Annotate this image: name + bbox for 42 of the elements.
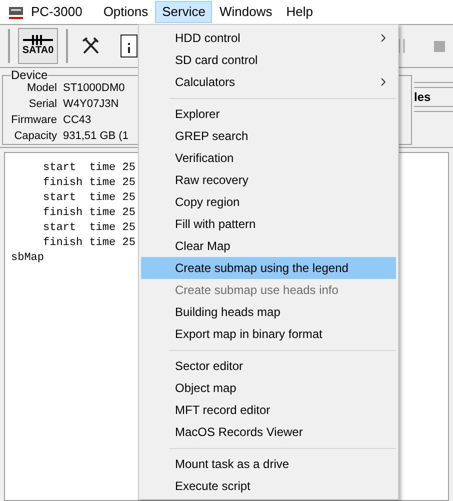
menu-option[interactable]: Export map in binary format bbox=[141, 323, 396, 345]
menu-option[interactable]: Object map bbox=[141, 377, 396, 399]
menu-option[interactable]: MFT record editor bbox=[141, 399, 396, 421]
log-line: sbMap bbox=[11, 251, 44, 266]
log-line: start time 25 bbox=[43, 221, 136, 236]
menu-option[interactable]: Mount task as a drive bbox=[141, 453, 396, 475]
menu-item[interactable]: Options bbox=[96, 1, 156, 23]
menu-option[interactable]: Clear Map bbox=[141, 235, 396, 257]
log-line: finish time 25 bbox=[43, 176, 136, 191]
panel-title: les bbox=[414, 89, 432, 106]
field-value: ST1000DM0 bbox=[63, 81, 125, 96]
field-label: Capacity bbox=[13, 129, 57, 144]
log-line: finish time 25 bbox=[43, 206, 136, 221]
menu-option[interactable]: Execute script bbox=[141, 475, 396, 497]
field-value: W4Y07J3N bbox=[63, 97, 119, 112]
menu-item[interactable]: Help bbox=[279, 1, 320, 23]
menu-option[interactable]: Verification bbox=[141, 147, 396, 169]
menu-option[interactable]: SD card control bbox=[141, 49, 396, 71]
menu-option[interactable]: GREP search bbox=[141, 125, 396, 147]
log-line: start time 25 bbox=[43, 161, 136, 176]
menu-option[interactable]: Building heads map bbox=[141, 301, 396, 323]
menu-option[interactable]: Explorer bbox=[141, 103, 396, 125]
field-label: Serial bbox=[28, 97, 57, 112]
menu-item[interactable]: Windows bbox=[212, 1, 280, 23]
menu-option[interactable]: Sector editor bbox=[141, 355, 396, 377]
group-title: Device bbox=[11, 68, 48, 82]
menu-option[interactable]: Copy region bbox=[141, 191, 396, 213]
log-line: start time 25 bbox=[43, 191, 136, 206]
menu-option[interactable]: HDD control bbox=[141, 27, 396, 49]
field-value: CC43 bbox=[63, 113, 92, 128]
field-label: Model bbox=[26, 81, 57, 96]
app-menu[interactable]: PC-3000 bbox=[31, 2, 82, 22]
field-label: Firmware bbox=[10, 113, 57, 128]
sata-port-button[interactable]: SATA0 bbox=[18, 28, 58, 64]
menu-option[interactable]: Calculators bbox=[141, 71, 396, 93]
menu-item[interactable]: Service bbox=[155, 1, 212, 23]
menu-option[interactable]: Fill with pattern bbox=[141, 213, 396, 235]
menu-option[interactable]: MacOS Records Viewer bbox=[141, 421, 396, 443]
menu-option[interactable]: Create submap using the legend bbox=[141, 257, 396, 279]
field-value: 931,51 GB (1 bbox=[63, 129, 128, 144]
menu-option[interactable]: Raw recovery bbox=[141, 169, 396, 191]
log-line: finish time 25 bbox=[43, 236, 136, 251]
